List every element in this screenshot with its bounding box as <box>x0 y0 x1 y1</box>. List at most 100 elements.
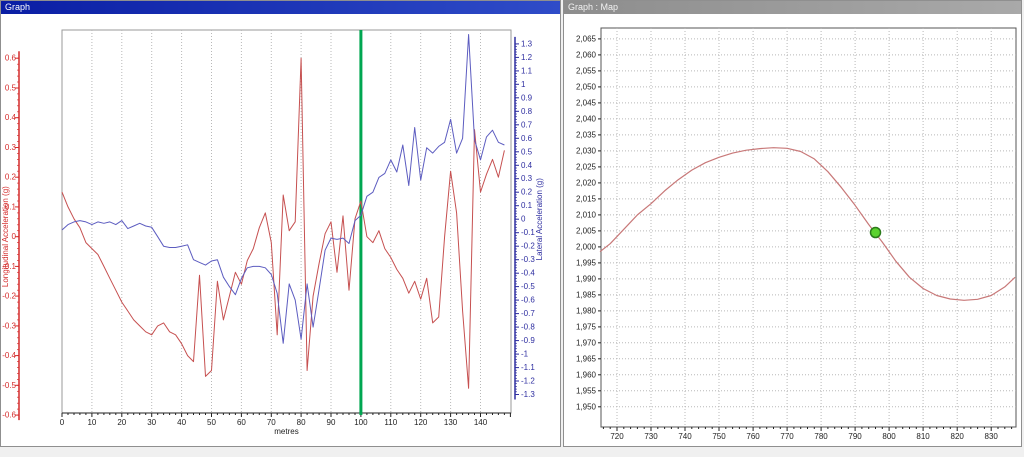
desktop: Graph 0 10 20 30 40 50 60 70 80 90 100 110 120 130 140… <box>0 0 1024 457</box>
lateral-axis: 1.3 1.2 1.1 1 0.9 0.8 0.7 0.6 0.5 0.4 0.3 0.2 0.1 0 -0… <box>514 36 544 400</box>
svg-text:740: 740 <box>678 432 692 441</box>
longitudinal-axis: 0.60.50.40.30.20.10-0.1-0.2-0.3-0.4-0.5-… <box>1 51 20 421</box>
accel-plot-area[interactable] <box>61 29 512 414</box>
svg-text:1.1: 1.1 <box>521 66 533 75</box>
svg-text:0: 0 <box>12 232 17 241</box>
map-window-title: Graph : Map <box>568 2 619 12</box>
svg-text:0: 0 <box>60 418 65 427</box>
svg-text:-0.9: -0.9 <box>521 336 535 345</box>
svg-text:790: 790 <box>848 432 862 441</box>
svg-text:1,985: 1,985 <box>576 290 597 299</box>
svg-text:2,060: 2,060 <box>576 50 597 59</box>
svg-text:1.2: 1.2 <box>521 53 533 62</box>
svg-text:-0.4: -0.4 <box>2 351 16 360</box>
map-x-axis: 720 730 740 750 760 770 780 790 800 810 820 830 <box>602 427 1013 441</box>
map-chart-canvas[interactable]: 2,065 2,060 2,055 2,050 2,045 2,040 2,035 2,030… <box>564 14 1021 446</box>
svg-text:-0.5: -0.5 <box>521 282 535 291</box>
svg-text:1.3: 1.3 <box>521 39 533 48</box>
svg-text:metres: metres <box>274 427 298 436</box>
svg-text:0.7: 0.7 <box>521 120 533 129</box>
svg-text:2,035: 2,035 <box>576 130 597 139</box>
svg-text:770: 770 <box>780 432 794 441</box>
svg-text:730: 730 <box>644 432 658 441</box>
svg-text:0.3: 0.3 <box>5 143 17 152</box>
graph-window-title: Graph <box>5 2 31 12</box>
svg-text:2,000: 2,000 <box>576 242 597 251</box>
svg-text:1,980: 1,980 <box>576 306 597 315</box>
svg-text:-0.2: -0.2 <box>521 242 535 251</box>
svg-text:10: 10 <box>87 418 96 427</box>
svg-text:830: 830 <box>985 432 999 441</box>
svg-text:0.3: 0.3 <box>521 174 533 183</box>
svg-text:1,965: 1,965 <box>576 354 597 363</box>
svg-text:60: 60 <box>237 418 246 427</box>
svg-text:0: 0 <box>521 215 526 224</box>
svg-text:110: 110 <box>384 418 397 427</box>
svg-text:2,010: 2,010 <box>576 210 597 219</box>
svg-text:0.4: 0.4 <box>5 113 17 122</box>
svg-text:1,955: 1,955 <box>576 386 597 395</box>
svg-text:820: 820 <box>951 432 965 441</box>
svg-text:-0.3: -0.3 <box>521 255 535 264</box>
svg-text:-0.5: -0.5 <box>2 381 16 390</box>
svg-text:2,040: 2,040 <box>576 114 597 123</box>
svg-text:760: 760 <box>746 432 760 441</box>
svg-text:-0.2: -0.2 <box>2 292 16 301</box>
svg-text:2,055: 2,055 <box>576 66 597 75</box>
svg-text:0.2: 0.2 <box>521 188 533 197</box>
svg-text:0.8: 0.8 <box>521 107 533 116</box>
svg-text:120: 120 <box>414 418 428 427</box>
svg-text:-0.1: -0.1 <box>521 228 535 237</box>
map-plot-area[interactable] <box>600 27 1017 428</box>
svg-text:750: 750 <box>712 432 726 441</box>
svg-text:1,950: 1,950 <box>576 402 597 411</box>
svg-text:100: 100 <box>354 418 368 427</box>
svg-text:1,975: 1,975 <box>576 322 597 331</box>
svg-text:-1.3: -1.3 <box>521 390 535 399</box>
svg-text:780: 780 <box>814 432 828 441</box>
svg-text:0.6: 0.6 <box>5 54 17 63</box>
graph-window-titlebar[interactable]: Graph <box>1 1 560 14</box>
svg-text:130: 130 <box>444 418 458 427</box>
svg-text:720: 720 <box>610 432 624 441</box>
svg-text:-1.1: -1.1 <box>521 363 535 372</box>
svg-text:2,045: 2,045 <box>576 98 597 107</box>
svg-text:30: 30 <box>147 418 156 427</box>
svg-text:810: 810 <box>916 432 930 441</box>
svg-text:-1: -1 <box>521 350 529 359</box>
svg-text:1,995: 1,995 <box>576 258 597 267</box>
svg-text:800: 800 <box>882 432 896 441</box>
svg-text:2,005: 2,005 <box>576 226 597 235</box>
svg-text:Longitudinal Acceleration (g): Longitudinal Acceleration (g) <box>1 186 10 287</box>
map-window: Graph : Map 2,065 2,060 2,055 2,050 2,045 2,0… <box>563 0 1022 447</box>
svg-text:-1.2: -1.2 <box>521 377 535 386</box>
svg-text:0.5: 0.5 <box>521 147 533 156</box>
svg-text:140: 140 <box>474 418 488 427</box>
svg-text:20: 20 <box>117 418 126 427</box>
svg-text:70: 70 <box>267 418 276 427</box>
svg-text:40: 40 <box>177 418 186 427</box>
svg-text:0.4: 0.4 <box>521 161 533 170</box>
svg-text:50: 50 <box>207 418 216 427</box>
svg-text:0.2: 0.2 <box>5 173 17 182</box>
svg-text:2,020: 2,020 <box>576 178 597 187</box>
svg-text:2,025: 2,025 <box>576 162 597 171</box>
x-axis-metres: 0 10 20 30 40 50 60 70 80 90 100 110 120 130 140 metres <box>60 412 511 436</box>
svg-text:2,065: 2,065 <box>576 34 597 43</box>
svg-text:0.6: 0.6 <box>521 134 533 143</box>
svg-text:-0.4: -0.4 <box>521 269 535 278</box>
svg-text:2,050: 2,050 <box>576 82 597 91</box>
position-marker[interactable] <box>869 226 882 239</box>
svg-text:0.9: 0.9 <box>521 93 533 102</box>
svg-text:0.5: 0.5 <box>5 84 17 93</box>
svg-text:1,990: 1,990 <box>576 274 597 283</box>
svg-text:1,970: 1,970 <box>576 338 597 347</box>
svg-text:2,030: 2,030 <box>576 146 597 155</box>
acceleration-chart[interactable]: 0 10 20 30 40 50 60 70 80 90 100 110 120 130 140metres… <box>1 14 560 446</box>
svg-text:-0.3: -0.3 <box>2 321 16 330</box>
graph-window: Graph 0 10 20 30 40 50 60 70 80 90 100 110 120 130 140… <box>0 0 561 447</box>
svg-text:-0.6: -0.6 <box>521 296 535 305</box>
map-window-titlebar[interactable]: Graph : Map <box>564 1 1021 14</box>
svg-text:-0.7: -0.7 <box>521 309 535 318</box>
svg-text:90: 90 <box>327 418 336 427</box>
